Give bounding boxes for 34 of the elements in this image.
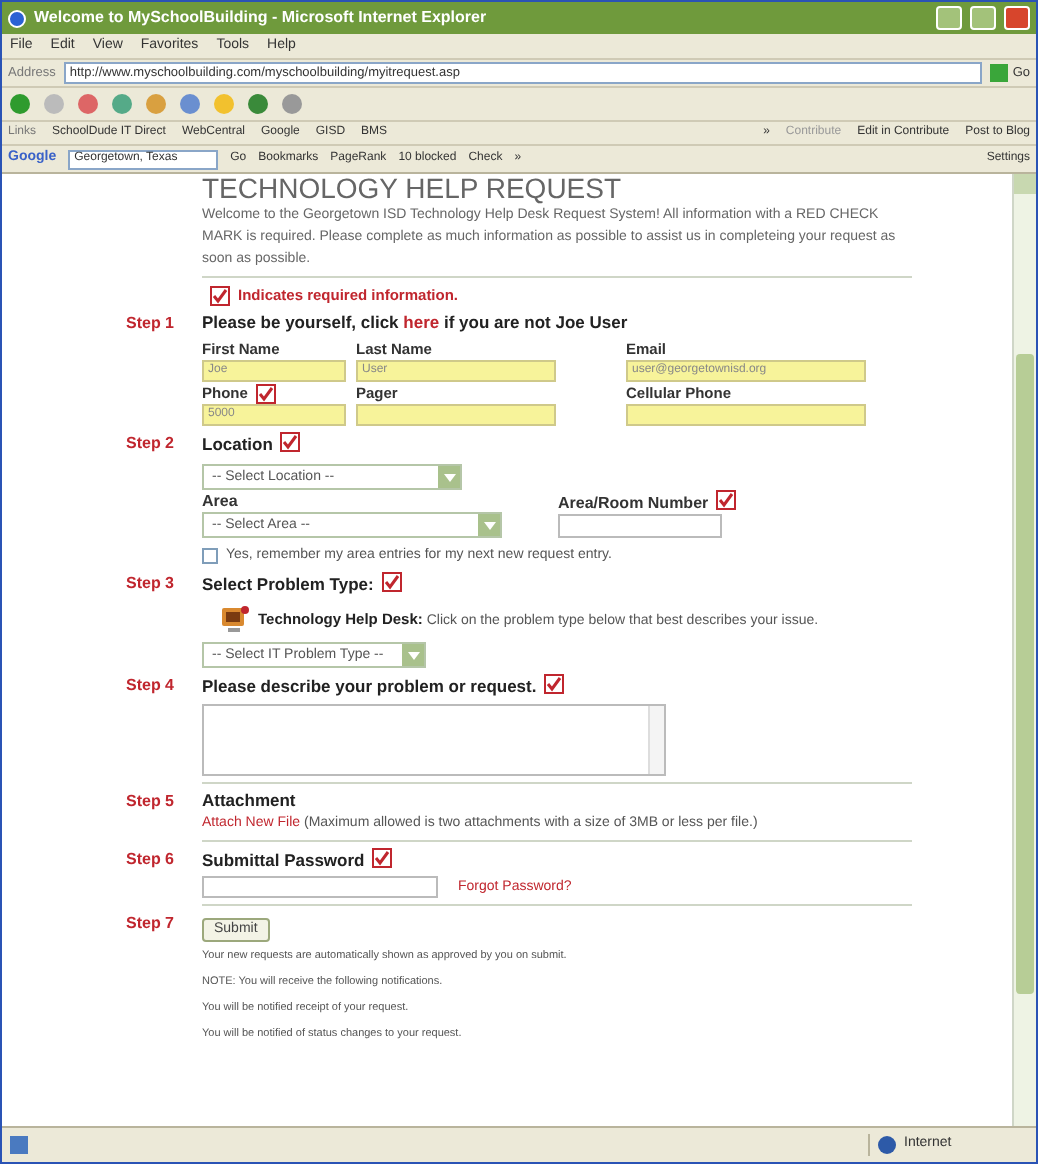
page-heading: TECHNOLOGY HELP REQUEST (202, 178, 624, 200)
checkbox[interactable] (202, 547, 218, 563)
text-area[interactable] (202, 704, 666, 776)
step-label: Step 7 (126, 912, 177, 936)
step-title: Attachment (202, 790, 298, 812)
step-label: Step 3 (126, 572, 177, 596)
text-field[interactable] (558, 514, 722, 538)
text-field[interactable] (626, 404, 866, 426)
step-title: Please be yourself, click here if you are not Joe User (202, 312, 630, 334)
computer-icon (218, 604, 250, 636)
step-label: Step 6 (126, 848, 177, 872)
maximize-button[interactable] (970, 6, 996, 30)
caret-icon (407, 651, 419, 659)
password-field[interactable] (202, 876, 438, 898)
step-label: Step 5 (126, 790, 177, 814)
field-label: Area/Room Number (558, 490, 737, 514)
window-title: Welcome to MySchoolBuilding - Microsoft Internet Explorer (34, 6, 489, 30)
step-title: Please describe your problem or request. (202, 674, 666, 698)
caret-icon (443, 473, 455, 481)
browser-icon (8, 9, 26, 27)
step-label: Step 2 (126, 432, 177, 456)
step-label: Step 1 (126, 312, 177, 336)
step-title: Location (202, 432, 737, 456)
required-check-icon (210, 285, 230, 305)
step-label: Step 4 (126, 674, 177, 698)
caret-icon (483, 521, 495, 529)
minimize-button[interactable] (936, 6, 962, 30)
here-link[interactable]: here (403, 312, 440, 332)
step-title: Submittal Password (202, 848, 572, 872)
text-field[interactable] (356, 404, 556, 426)
scrollbar[interactable] (1012, 174, 1036, 1126)
field-label: Area (202, 490, 240, 512)
close-button[interactable] (1004, 6, 1030, 30)
step-title: Select Problem Type: (202, 572, 819, 596)
